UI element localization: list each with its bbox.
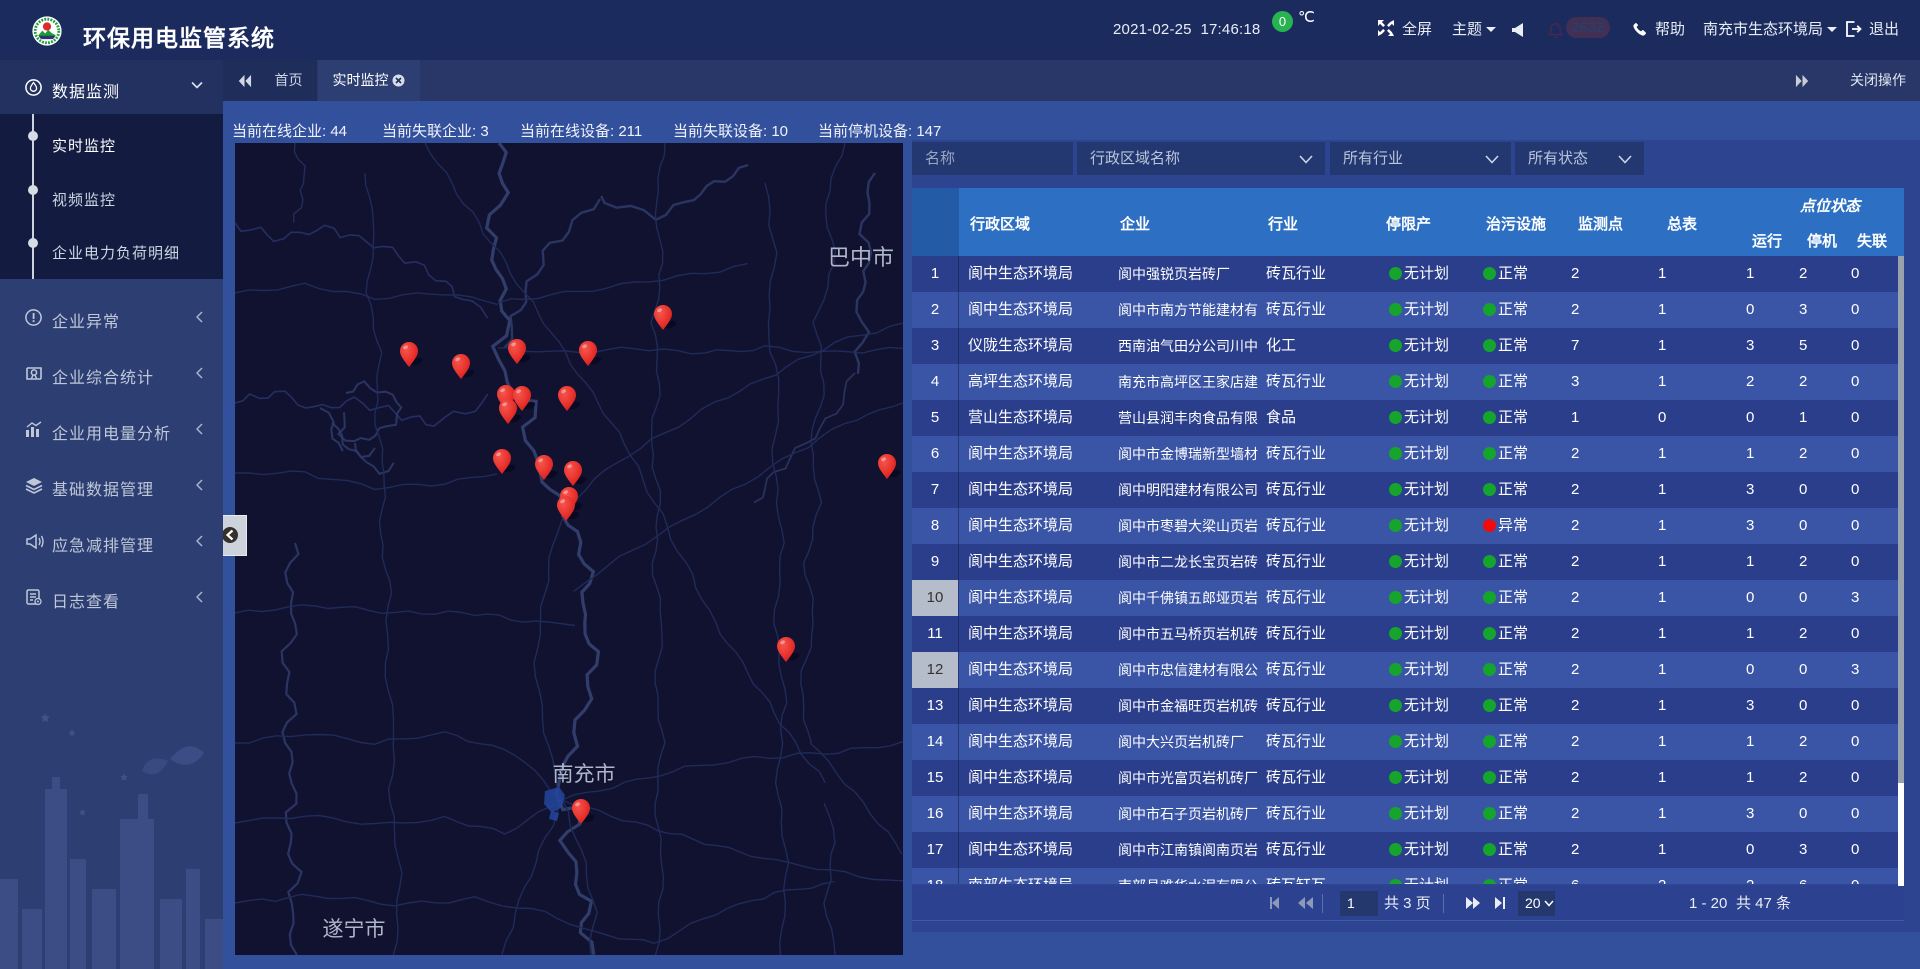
svg-text:南充市: 南充市 <box>553 763 616 786</box>
svg-text:巴中市: 巴中市 <box>828 245 894 270</box>
svg-text:遂宁市: 遂宁市 <box>323 918 386 941</box>
